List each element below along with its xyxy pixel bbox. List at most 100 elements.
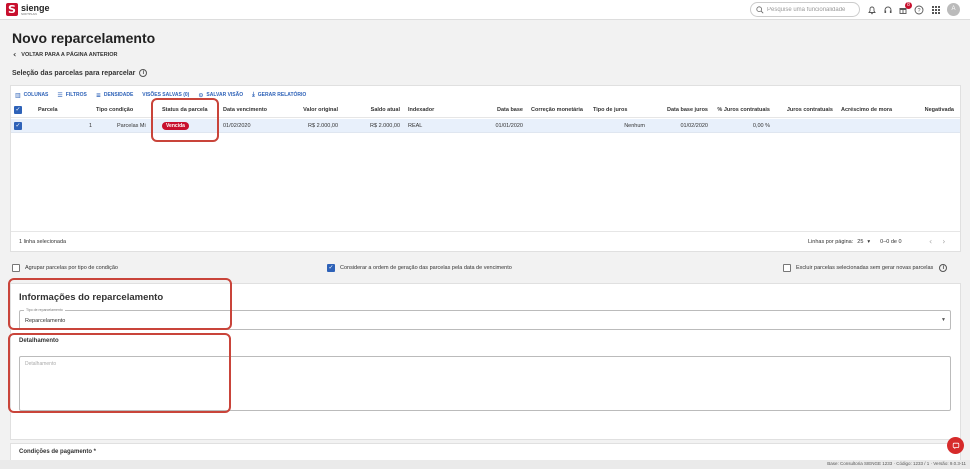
logo-mark: S [6,3,18,16]
cell-saldo-atual: R$ 2.000,00 [370,122,400,129]
section-label-text: Seleção das parcelas para reparcelar [12,69,136,77]
next-page-icon[interactable]: › [942,237,945,246]
avatar[interactable]: A [947,3,960,16]
info-icon[interactable]: i [139,69,148,77]
headset-icon[interactable] [882,4,893,15]
back-link-label: VOLTAR PARA A PÁGINA ANTERIOR [21,51,118,58]
columns-icon: ▥ [15,91,21,99]
save-icon: ⊙ [198,91,204,99]
cell-status: Vencida [162,119,189,132]
download-icon: ⤓ [252,91,255,98]
chat-icon [952,442,959,449]
brand-sub: SOFTPLAN [21,11,37,16]
search-icon [756,5,764,13]
exclude-option[interactable]: Excluir parcelas selecionadas sem gerar … [783,264,948,272]
save-view-label: SALVAR VISÃO [206,92,244,98]
exclude-checkbox[interactable] [783,264,791,272]
rows-per-page-select[interactable]: 25 [857,239,863,245]
rows-per-page: Linhas por página: 25 ▾ 0–0 de 0 [808,239,902,245]
saved-views-button[interactable]: VISÕES SALVAS (0) [142,91,189,99]
notification-badge: 8 [905,2,912,9]
caret-down-icon: ▼ [941,317,946,323]
cell-indexador: REAL [408,122,423,129]
search-input[interactable] [767,6,857,13]
cell-data-base: 01/01/2020 [495,122,523,129]
cell-tipo-condicao: Parcelas Mi [117,122,146,129]
brand-name: sienge [21,2,50,13]
header-status[interactable]: Status da parcela [162,103,208,117]
selected-count: 1 linha selecionada [19,239,67,245]
status-bar: Base: Consultoria SIENGE 1233 · Código: … [0,460,970,469]
grid-footer: 1 linha selecionada Linhas por página: 2… [11,231,960,251]
rows-per-page-label: Linhas por página: [808,239,854,245]
reinstallment-type-select[interactable]: Tipo de reparcelamento Reparcelamento ▼ [19,308,951,330]
header-valor-original[interactable]: Valor original [281,103,338,117]
header-data-vencimento[interactable]: Data vencimento [223,103,267,117]
reinstallment-type-value: Reparcelamento [25,318,66,324]
reinstallment-info-card: Informações do reparcelamento Tipo de re… [10,283,961,440]
group-option-label: Agrupar parcelas por tipo de condição [25,265,118,271]
cell-data-base-juros: 01/02/2020 [680,122,708,129]
header-acrescimo[interactable]: Acréscimo de mora [841,103,892,117]
back-link[interactable]: ‹ VOLTAR PARA A PÁGINA ANTERIOR [13,50,117,59]
header-saldo-atual[interactable]: Saldo atual [341,103,400,117]
header-data-base-juros[interactable]: Data base juros [651,103,708,117]
cell-valor-original: R$ 2.000,00 [308,122,338,129]
report-label: GERAR RELATÓRIO [257,92,307,98]
payment-title: Condições de pagamento * [19,449,97,455]
bell-icon[interactable] [866,4,877,15]
header-data-base[interactable]: Data base [476,103,523,117]
cell-tipo-juros: Nenhum [624,122,645,129]
save-view-button[interactable]: ⊙ SALVAR VISÃO [198,91,243,99]
density-label: DENSIDADE [103,92,134,98]
header-tipo-condicao[interactable]: Tipo condição [96,103,133,117]
header-juros[interactable]: Juros contratuais [773,103,833,117]
status-badge: Vencida [162,121,189,130]
search-box[interactable] [750,2,860,17]
page-range: 0–0 de 0 [880,239,902,245]
section-label: Seleção das parcelas para reparcelar i [12,69,148,77]
detail-textarea[interactable] [19,356,951,411]
info-icon[interactable]: i [939,264,948,272]
group-option[interactable]: Agrupar parcelas por tipo de condição [12,264,118,272]
apps-grid-icon[interactable] [930,4,941,15]
saved-views-label: VISÕES SALVAS (0) [142,92,190,98]
header-negativada[interactable]: Negativada [906,103,954,117]
filters-button[interactable]: ☰ FILTROS [57,91,86,99]
header-indexador[interactable]: Indexador [408,103,434,117]
header-correcao[interactable]: Correção monetária [531,103,583,117]
exclude-option-label: Excluir parcelas selecionadas sem gerar … [796,265,934,271]
header-tipo-juros[interactable]: Tipo de juros [593,103,627,117]
brand-logo[interactable]: S sienge SOFTPLAN [6,3,50,16]
chat-button[interactable] [947,437,964,454]
grid-toolbar: ▥ COLUNAS ☰ FILTROS ≡ DENSIDADE VISÕES SALV… [15,91,306,99]
header-parcela[interactable]: Parcela [38,103,58,117]
cell-data-vencimento: 01/02/2020 [223,122,251,129]
cell-negativada [906,119,954,132]
cell-juros [773,119,833,132]
order-checkbox[interactable]: ✓ [327,264,335,272]
prev-page-icon[interactable]: ‹ [929,237,932,246]
page-title: Novo reparcelamento [12,30,156,46]
columns-button[interactable]: ▥ COLUNAS [15,91,48,99]
table-row[interactable]: ✓ 1 Parcelas Mi Vencida 01/02/2020 R$ 2.… [11,119,960,133]
report-button[interactable]: ⤓ GERAR RELATÓRIO [252,91,306,99]
filter-icon: ☰ [57,91,63,99]
select-all-checkbox[interactable]: ✓ [14,103,22,117]
svg-text:?: ? [917,8,920,14]
detail-label: Detalhamento [19,338,59,344]
group-checkbox[interactable] [12,264,20,272]
columns-label: COLUNAS [23,92,49,98]
chevron-down-icon: ▾ [867,239,871,245]
info-title: Informações do reparcelamento [19,292,164,303]
help-icon[interactable]: ? [913,4,924,15]
reinstallment-type-label: Tipo de reparcelamento [24,308,65,312]
order-option[interactable]: ✓ Considerar a ordem de geração das parc… [327,264,512,272]
installments-grid: ▥ COLUNAS ☰ FILTROS ≡ DENSIDADE VISÕES SALV… [10,85,961,252]
header-perc-juros[interactable]: % Juros contratuais [711,103,770,117]
density-button[interactable]: ≡ DENSIDADE [96,91,133,99]
row-checkbox[interactable]: ✓ [14,119,22,132]
density-icon: ≡ [95,91,101,99]
top-bar: S sienge SOFTPLAN 8 ? A [0,0,970,20]
pager: ‹ › [929,237,945,246]
